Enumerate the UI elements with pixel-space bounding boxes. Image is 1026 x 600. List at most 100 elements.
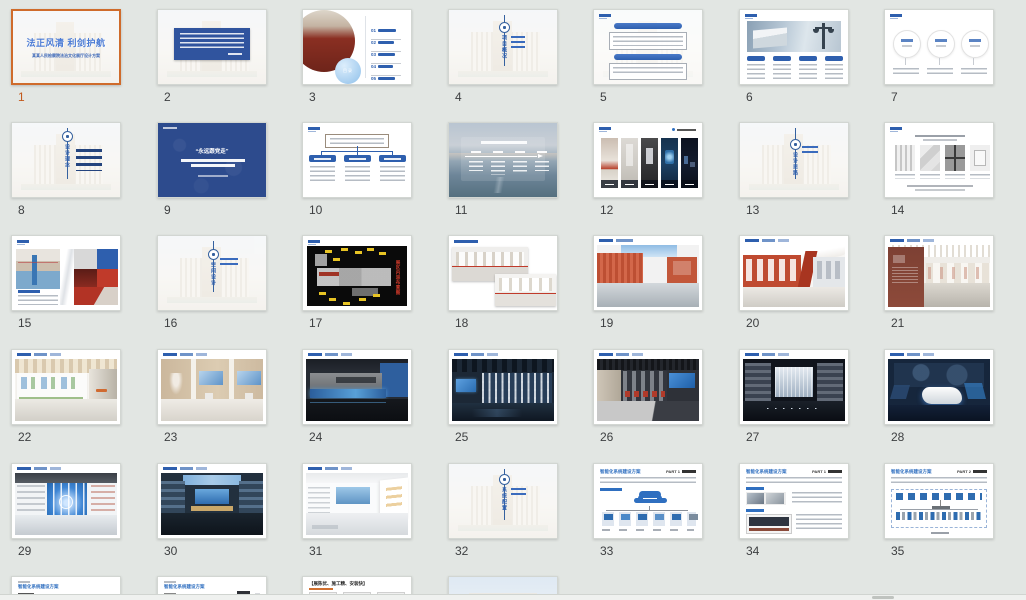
slide-thumb-15[interactable]: 15: [11, 235, 123, 330]
slide-thumb-35[interactable]: 智能化系统建设方案 PART 2 35: [884, 463, 996, 558]
slide-thumb-17[interactable]: 展区内容布置图 17: [302, 235, 414, 330]
slide-thumb-10[interactable]: 10: [302, 122, 414, 217]
slide-1-canvas[interactable]: 法正风清 利剑护航 某某人民检察院法治文化展厅设计方案: [11, 9, 121, 85]
slide-thumb-1[interactable]: 法正风清 利剑护航 某某人民检察院法治文化展厅设计方案 1: [11, 9, 123, 104]
bracket-heading: 【展陈优、施工精、安装快】: [309, 581, 368, 586]
slide-thumb-5[interactable]: 5: [593, 9, 705, 104]
slide-thumb-34[interactable]: 智能化系统建设方案 PART 1 34: [739, 463, 851, 558]
slide-thumb-29[interactable]: 29: [11, 463, 123, 558]
slide-19-canvas[interactable]: [593, 235, 703, 311]
slide-header-tag: [163, 127, 177, 129]
slide-33-canvas[interactable]: 智能化系统建设方案 PART 1: [593, 463, 703, 539]
slide-28-canvas[interactable]: [884, 349, 994, 425]
slide-thumb-26[interactable]: 26: [593, 349, 705, 444]
slide-31-canvas[interactable]: [302, 463, 412, 539]
slide-3-canvas[interactable]: 目录 01 02 03 04 05: [302, 9, 412, 85]
slide-20-canvas[interactable]: [739, 235, 849, 311]
slide-thumb-28[interactable]: 28: [884, 349, 996, 444]
slide-34-canvas[interactable]: 智能化系统建设方案 PART 1: [739, 463, 849, 539]
slide-thumb-14[interactable]: 14: [884, 122, 996, 217]
slide-number: 15: [18, 316, 32, 330]
slide-thumb-20[interactable]: 20: [739, 235, 851, 330]
slide-thumb-19[interactable]: 19: [593, 235, 705, 330]
blue-banner-1: [614, 23, 682, 29]
flow-box-3: [379, 155, 406, 162]
slide-5-canvas[interactable]: [593, 9, 703, 85]
slide-13-canvas[interactable]: 设计思路: [739, 122, 849, 198]
slide-thumb-16[interactable]: 空间设计 16: [157, 235, 269, 330]
section-badge-icon: [499, 22, 510, 33]
slide-thumb-2[interactable]: 2: [157, 9, 269, 104]
section-sidenotes: [511, 488, 526, 497]
slide-thumb-18[interactable]: 18: [448, 235, 560, 330]
slide-4-canvas[interactable]: 项目概况: [448, 9, 558, 85]
slide-7-canvas[interactable]: [884, 9, 994, 85]
slide-header-tag: [890, 127, 910, 132]
slide-29-canvas[interactable]: [11, 463, 121, 539]
material-1: [895, 145, 915, 171]
slide-thumb-21[interactable]: 21: [884, 235, 996, 330]
slide-thumb-8[interactable]: 设计理念 8: [11, 122, 123, 217]
justice-photo: [747, 21, 841, 52]
slide-header-tag: [163, 467, 207, 470]
slide-header-tag: [890, 14, 910, 19]
slide-22-canvas[interactable]: [11, 349, 121, 425]
slide-thumb-12[interactable]: 12: [593, 122, 705, 217]
slide-thumb-13[interactable]: 设计思路 13: [739, 122, 851, 217]
slide-17-canvas[interactable]: 展区内容布置图: [302, 235, 412, 311]
slide-16-canvas[interactable]: 空间设计: [157, 235, 267, 311]
exhibit-render: [452, 359, 554, 421]
slide-18-canvas[interactable]: [448, 235, 558, 311]
slide-number: 7: [891, 90, 898, 104]
slide-14-canvas[interactable]: [884, 122, 994, 198]
slide-6-canvas[interactable]: [739, 9, 849, 85]
slide-header-tag: [308, 127, 328, 132]
slide-10-canvas[interactable]: [302, 122, 412, 198]
slide-26-canvas[interactable]: [593, 349, 703, 425]
horizontal-scrollbar[interactable]: [0, 594, 1026, 600]
part-label: PART 2: [957, 469, 971, 474]
slide-thumb-3[interactable]: 目录 01 02 03 04 05 3: [302, 9, 414, 104]
slide-21-canvas[interactable]: [884, 235, 994, 311]
slide-15-canvas[interactable]: [11, 235, 121, 311]
slide-number: 14: [891, 203, 905, 217]
topology-diagram: [891, 489, 987, 528]
slide-sorter-panel: 法正风清 利剑护航 某某人民检察院法治文化展厅设计方案 1 2 目录 01 02: [0, 0, 1026, 600]
slide-thumb-33[interactable]: 智能化系统建设方案 PART 1 33: [593, 463, 705, 558]
strip-5: [681, 138, 698, 188]
slide-32-canvas[interactable]: 系统配置: [448, 463, 558, 539]
slide-number: 17: [309, 316, 323, 330]
slide-thumb-30[interactable]: 30: [157, 463, 269, 558]
slide-11-canvas[interactable]: [448, 122, 558, 198]
slide-2-canvas[interactable]: [157, 9, 267, 85]
scrollbar-thumb[interactable]: [872, 596, 894, 599]
slide-25-canvas[interactable]: [448, 349, 558, 425]
slide-thumb-22[interactable]: 22: [11, 349, 123, 444]
slide-number: 13: [746, 203, 760, 217]
slide-thumb-7[interactable]: 7: [884, 9, 996, 104]
slide-9-canvas[interactable]: “永远跟党走”: [157, 122, 267, 198]
slide-thumb-24[interactable]: 24: [302, 349, 414, 444]
slide-thumb-23[interactable]: 23: [157, 349, 269, 444]
slide-number: 16: [164, 316, 178, 330]
slide-thumb-4[interactable]: 项目概况 4: [448, 9, 560, 104]
slide-8-canvas[interactable]: 设计理念: [11, 122, 121, 198]
slide-35-canvas[interactable]: 智能化系统建设方案 PART 2: [884, 463, 994, 539]
toc-items: 01 02 03 04 05: [371, 19, 407, 81]
slide-thumb-25[interactable]: 25: [448, 349, 560, 444]
slide-30-canvas[interactable]: [157, 463, 267, 539]
part-label: PART 1: [666, 469, 680, 474]
slide-24-canvas[interactable]: [302, 349, 412, 425]
slide-23-canvas[interactable]: [157, 349, 267, 425]
slide-12-canvas[interactable]: [593, 122, 703, 198]
slide-thumb-11[interactable]: 11: [448, 122, 560, 217]
slide-number: 22: [18, 430, 32, 444]
cloud-icon: [638, 494, 662, 503]
slide-thumb-32[interactable]: 系统配置 32: [448, 463, 560, 558]
section-title: 空间设计: [210, 262, 216, 286]
slide-thumb-6[interactable]: 6: [739, 9, 851, 104]
slide-thumb-31[interactable]: 31: [302, 463, 414, 558]
slide-27-canvas[interactable]: [739, 349, 849, 425]
slide-thumb-27[interactable]: 27: [739, 349, 851, 444]
slide-thumb-9[interactable]: “永远跟党走” 9: [157, 122, 269, 217]
